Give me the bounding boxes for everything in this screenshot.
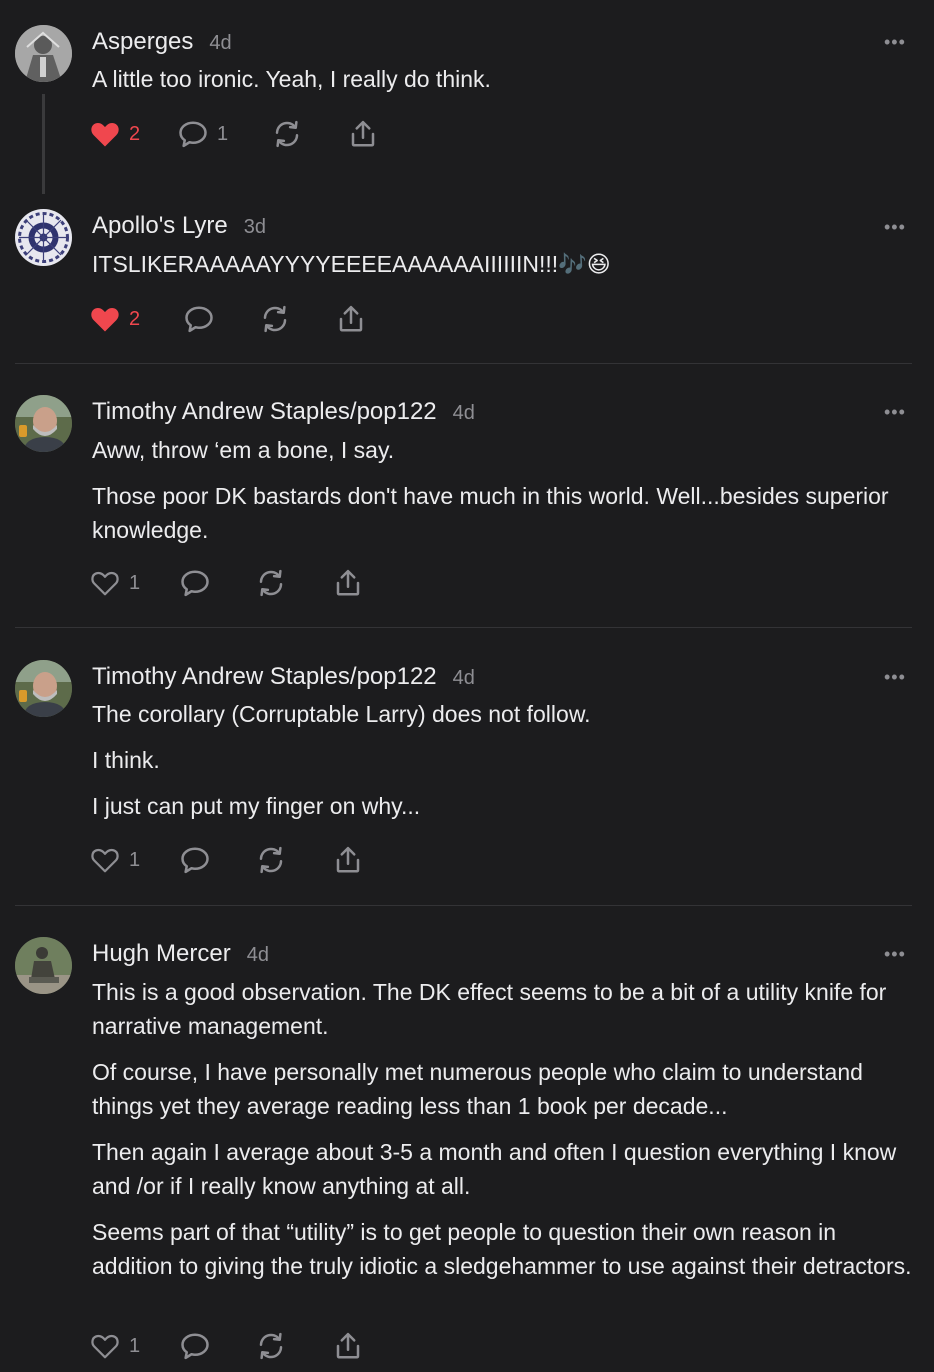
share-button[interactable] xyxy=(348,117,378,151)
comment-header: Timothy Andrew Staples/pop122 4d xyxy=(92,663,475,691)
reply-button[interactable] xyxy=(180,566,210,600)
comment-body: A little too ironic. Yeah, I really do t… xyxy=(92,62,914,108)
comment-header: Apollo's Lyre 3d xyxy=(92,212,266,240)
reply-count: 1 xyxy=(217,122,229,145)
reply-button[interactable]: 1 xyxy=(178,117,228,151)
comment-body: The corollary (Corruptable Larry) does n… xyxy=(92,697,914,835)
comment-header: Hugh Mercer 4d xyxy=(92,940,269,968)
comment-paragraph: ITSLIKERAAAAAYYYYEEEEAAAAAAIIIIIIN!!!🎶😆 xyxy=(92,251,611,277)
share-button[interactable] xyxy=(336,302,366,336)
comment-age: 3d xyxy=(243,216,267,238)
avatar[interactable] xyxy=(15,937,72,994)
more-options-icon[interactable]: ••• xyxy=(884,667,906,688)
like-button[interactable]: 1 xyxy=(90,566,140,600)
restack-button[interactable] xyxy=(272,117,302,151)
reply-button[interactable] xyxy=(184,302,214,336)
speech-bubble-icon xyxy=(181,847,209,874)
like-count: 2 xyxy=(129,307,141,330)
heart-icon xyxy=(91,571,119,596)
comment-body: This is a good observation. The DK effec… xyxy=(92,975,914,1295)
like-count: 2 xyxy=(129,122,141,145)
like-count: 1 xyxy=(129,848,141,871)
restack-button[interactable] xyxy=(256,1329,286,1363)
comment-paragraph: Then again I average about 3-5 a month a… xyxy=(92,1139,897,1199)
heart-icon xyxy=(91,122,119,147)
share-upload-icon xyxy=(336,569,360,596)
share-upload-icon xyxy=(336,846,360,873)
restack-button[interactable] xyxy=(256,843,286,877)
restack-arrows-icon xyxy=(259,1332,283,1360)
comment-body: Aww, throw ‘em a bone, I say. Those poor… xyxy=(92,433,914,559)
heart-icon xyxy=(91,307,119,332)
restack-arrows-icon xyxy=(275,120,299,148)
comment-age: 4d xyxy=(246,944,269,966)
like-button[interactable]: 2 xyxy=(90,302,140,336)
comment-paragraph: The corollary (Corruptable Larry) does n… xyxy=(92,701,591,727)
reply-button[interactable] xyxy=(180,1329,210,1363)
comment-header: Asperges 4d xyxy=(92,28,232,56)
like-button[interactable]: 2 xyxy=(90,117,140,151)
share-upload-icon xyxy=(351,120,375,147)
share-upload-icon xyxy=(336,1332,360,1359)
more-options-icon[interactable]: ••• xyxy=(884,944,906,965)
more-options-icon[interactable]: ••• xyxy=(884,402,906,423)
restack-arrows-icon xyxy=(263,305,287,333)
comment-paragraph: Seems part of that “utility” is to get p… xyxy=(92,1219,912,1279)
comment-paragraph: I think. xyxy=(92,747,160,773)
reply-button[interactable] xyxy=(180,843,210,877)
author-name[interactable]: Timothy Andrew Staples/pop122 xyxy=(92,663,437,691)
speech-bubble-icon xyxy=(181,570,209,597)
like-count: 1 xyxy=(129,571,141,594)
restack-button[interactable] xyxy=(260,302,290,336)
author-name[interactable]: Timothy Andrew Staples/pop122 xyxy=(92,398,437,426)
restack-button[interactable] xyxy=(256,566,286,600)
like-count: 1 xyxy=(129,1334,141,1357)
comment-paragraph: I just can put my finger on why... xyxy=(92,793,421,819)
comment-header: Timothy Andrew Staples/pop122 4d xyxy=(92,398,475,426)
comment-age: 4d xyxy=(452,667,475,689)
share-button[interactable] xyxy=(333,566,363,600)
more-options-icon[interactable]: ••• xyxy=(884,32,906,53)
comment-paragraph: Aww, throw ‘em a bone, I say. xyxy=(92,437,395,463)
author-name[interactable]: Asperges xyxy=(92,28,193,56)
speech-bubble-icon xyxy=(185,306,213,333)
heart-icon xyxy=(91,1334,119,1359)
speech-bubble-icon xyxy=(181,1333,209,1360)
comment-age: 4d xyxy=(209,32,232,54)
comment-paragraph: Those poor DK bastards don't have much i… xyxy=(92,483,889,543)
like-button[interactable]: 1 xyxy=(90,843,140,877)
comment-paragraph: Of course, I have personally met numerou… xyxy=(92,1059,863,1119)
avatar[interactable] xyxy=(15,660,72,717)
share-button[interactable] xyxy=(333,843,363,877)
divider xyxy=(15,905,912,906)
avatar[interactable] xyxy=(15,395,72,452)
like-button[interactable]: 1 xyxy=(90,1329,140,1363)
share-upload-icon xyxy=(339,305,363,332)
divider xyxy=(15,363,912,364)
thread-line xyxy=(42,94,45,194)
heart-icon xyxy=(91,848,119,873)
restack-arrows-icon xyxy=(259,569,283,597)
more-options-icon[interactable]: ••• xyxy=(884,217,906,238)
author-name[interactable]: Hugh Mercer xyxy=(92,940,231,968)
speech-bubble-icon xyxy=(179,121,207,148)
comment-paragraph: This is a good observation. The DK effec… xyxy=(92,979,887,1039)
restack-arrows-icon xyxy=(259,846,283,874)
comment-paragraph: A little too ironic. Yeah, I really do t… xyxy=(92,66,491,92)
avatar[interactable] xyxy=(15,209,72,266)
comment-age: 4d xyxy=(452,402,475,424)
share-button[interactable] xyxy=(333,1329,363,1363)
avatar[interactable] xyxy=(15,25,72,82)
comment-body: ITSLIKERAAAAAYYYYEEEEAAAAAAIIIIIIN!!!🎶😆 xyxy=(92,247,914,293)
author-name[interactable]: Apollo's Lyre xyxy=(92,212,228,240)
divider xyxy=(15,627,912,628)
